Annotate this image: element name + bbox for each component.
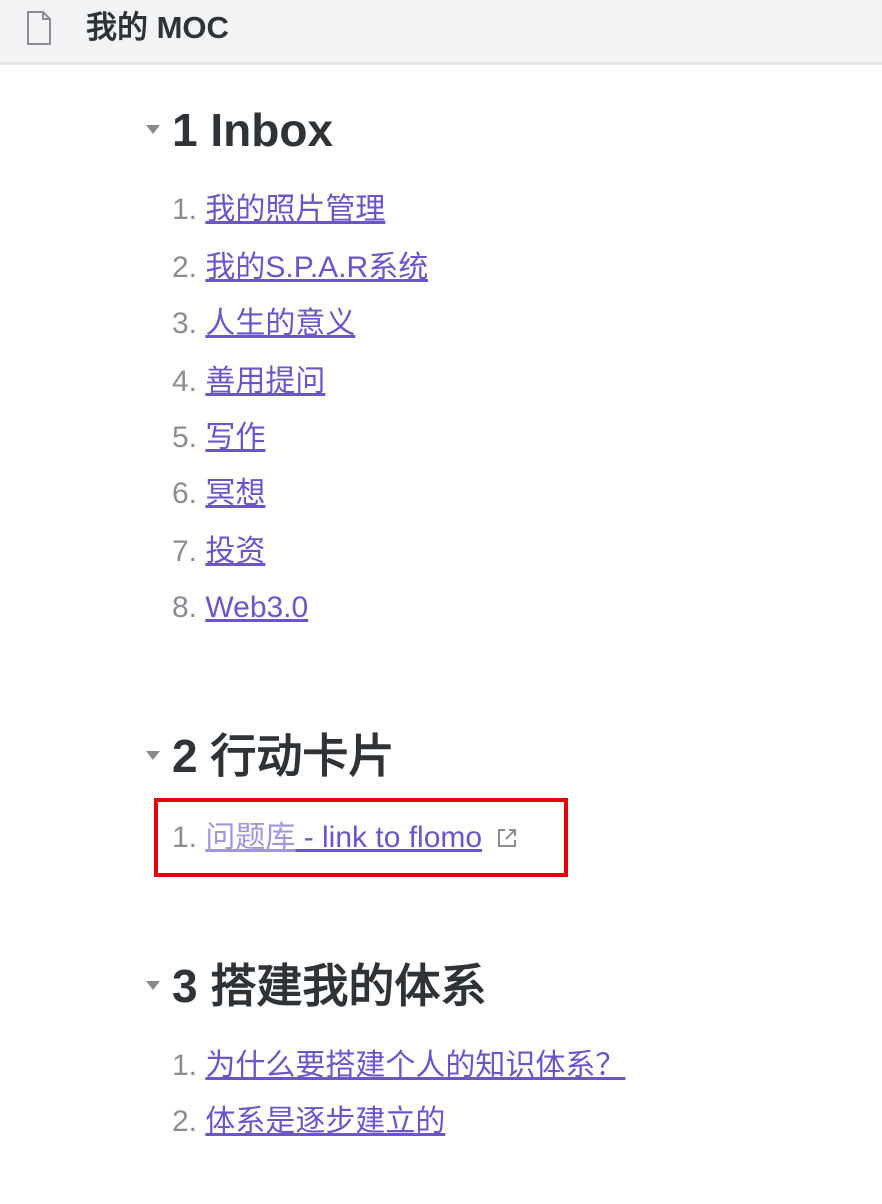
list-item: 5. 写作 [172, 418, 265, 458]
list-item: 8. Web3.0 [172, 588, 308, 628]
heading-text: 3 搭建我的体系 [172, 960, 487, 1012]
list-number: 1. [172, 1049, 206, 1082]
list-item: 4. 善用提问 [172, 362, 325, 402]
list-number: 5. [172, 421, 206, 454]
internal-link[interactable]: 写作 [205, 421, 265, 454]
list-number: 8. [172, 591, 206, 624]
internal-link[interactable]: 体系是逐步建立的 [205, 1105, 445, 1138]
internal-link[interactable]: 我的S.P.A.R系统 [205, 251, 428, 284]
list-item: 2. 我的S.P.A.R系统 [172, 248, 428, 288]
list-number: 1. [172, 193, 206, 226]
internal-link[interactable]: 善用提问 [205, 365, 325, 398]
internal-link[interactable]: 人生的意义 [205, 307, 355, 340]
internal-link[interactable]: 我的照片管理 [205, 193, 385, 226]
internal-link[interactable]: Web3.0 [205, 591, 308, 624]
section-heading: 1 Inbox [0, 100, 700, 160]
section-heading: 3 搭建我的体系 [0, 956, 700, 1016]
section-heading: 2 行动卡片 [0, 726, 700, 786]
highlight-box [154, 798, 568, 877]
list-item: 2. 体系是逐步建立的 [172, 1102, 445, 1142]
heading-text: 1 Inbox [172, 104, 334, 156]
title-bar: 我的 MOC [0, 0, 882, 65]
list-number: 2. [172, 1105, 206, 1138]
list-item: 7. 投资 [172, 532, 265, 572]
list-item: 1. 为什么要搭建个人的知识体系？ [172, 1046, 625, 1086]
collapse-triangle-icon[interactable] [146, 125, 160, 134]
internal-link[interactable]: 为什么要搭建个人的知识体系？ [205, 1049, 625, 1082]
list-item: 1. 我的照片管理 [172, 190, 385, 230]
list-number: 3. [172, 307, 206, 340]
list-number: 2. [172, 251, 206, 284]
internal-link[interactable]: 投资 [205, 535, 265, 568]
heading-text: 2 行动卡片 [172, 730, 395, 782]
list-item: 6. 冥想 [172, 474, 265, 514]
document-icon [27, 11, 51, 45]
list-number: 4. [172, 365, 206, 398]
collapse-triangle-icon[interactable] [146, 751, 160, 760]
list-number: 7. [172, 535, 206, 568]
list-number: 6. [172, 477, 206, 510]
page-title: 我的 MOC [86, 10, 229, 45]
internal-link[interactable]: 冥想 [205, 477, 265, 510]
collapse-triangle-icon[interactable] [146, 981, 160, 990]
list-item: 3. 人生的意义 [172, 304, 355, 344]
